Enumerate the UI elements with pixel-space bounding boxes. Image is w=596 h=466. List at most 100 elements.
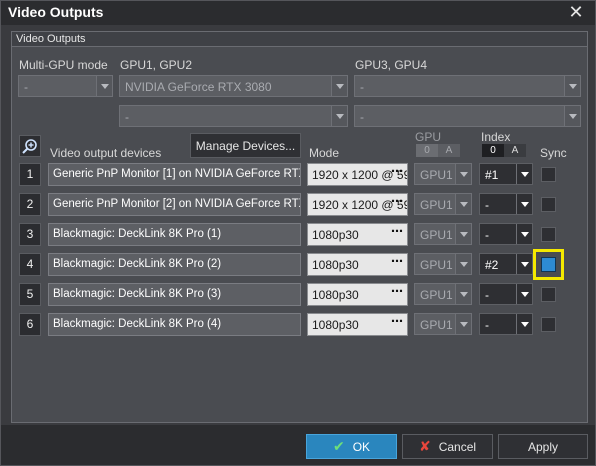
chevron-down-icon (455, 314, 471, 334)
index-value: - (485, 288, 489, 302)
device-name[interactable]: Generic PnP Monitor [1] on NVIDIA GeForc… (48, 163, 301, 186)
row-number: 3 (19, 223, 41, 246)
index-select[interactable]: - (479, 223, 533, 245)
mode-field[interactable]: 1080p30 ⋯ (307, 253, 408, 276)
mode-field[interactable]: 1080p30 ⋯ (307, 283, 408, 306)
video-outputs-group: Video Outputs Multi-GPU mode GPU1, GPU2 … (11, 31, 588, 423)
device-name[interactable]: Blackmagic: DeckLink 8K Pro (3) (48, 283, 301, 306)
device-name[interactable]: Blackmagic: DeckLink 8K Pro (2) (48, 253, 301, 276)
sync-header: Sync (540, 146, 567, 160)
apply-label: Apply (527, 439, 559, 454)
chevron-down-icon (516, 224, 532, 244)
index-select[interactable]: - (479, 193, 533, 215)
chevron-down-icon (331, 76, 347, 96)
gpu34-select-2[interactable]: - (354, 105, 581, 127)
gpu-value: GPU1 (420, 198, 453, 212)
row-number: 2 (19, 193, 41, 216)
mode-field[interactable]: 1080p30 ⋯ (307, 223, 408, 246)
index-select[interactable]: #2 (479, 253, 533, 275)
cancel-label: Cancel (438, 439, 477, 454)
manage-devices-button[interactable]: Manage Devices... (190, 133, 301, 158)
gpu-value: GPU1 (420, 258, 453, 272)
index-toggle-a[interactable]: A (504, 144, 526, 157)
chevron-down-icon (516, 314, 532, 334)
multi-gpu-label: Multi-GPU mode (19, 58, 108, 72)
gpu34-value-2: - (360, 110, 364, 124)
index-value: - (485, 198, 489, 212)
apply-button[interactable]: Apply (498, 434, 588, 459)
gpu34-value-1: - (360, 80, 364, 94)
check-icon: ✔ (332, 438, 345, 454)
device-name[interactable]: Generic PnP Monitor [2] on NVIDIA GeForc… (48, 193, 301, 216)
gpu-select: GPU1 (414, 193, 472, 215)
video-outputs-dialog: Video Outputs ✕ Video Outputs Multi-GPU … (0, 0, 596, 466)
gpu-toggle-a: A (438, 144, 460, 157)
ok-button[interactable]: ✔ OK (306, 434, 397, 459)
close-icon[interactable]: ✕ (567, 3, 585, 21)
devices-header: Video output devices (50, 146, 162, 160)
ellipsis-icon[interactable]: ⋯ (391, 194, 403, 208)
gpu-value: GPU1 (420, 168, 453, 182)
ellipsis-icon[interactable]: ⋯ (391, 254, 403, 268)
mode-value: 1080p30 (312, 258, 359, 272)
row-number: 6 (19, 313, 41, 336)
gpu-select: GPU1 (414, 163, 472, 185)
gpu-header: GPU (415, 130, 442, 144)
index-value: #1 (485, 168, 499, 182)
title-bar: Video Outputs ✕ (1, 1, 595, 25)
index-toggle-0[interactable]: 0 (482, 144, 504, 157)
chevron-down-icon (516, 284, 532, 304)
chevron-down-icon (96, 76, 112, 96)
index-select[interactable]: - (479, 283, 533, 305)
gpu-value: GPU1 (420, 228, 453, 242)
sync-checkbox[interactable] (541, 197, 556, 212)
row-number: 5 (19, 283, 41, 306)
gpu-select: GPU1 (414, 313, 472, 335)
index-value: #2 (485, 258, 499, 272)
chevron-down-icon (455, 254, 471, 274)
add-device-button[interactable] (19, 135, 41, 157)
sync-checkbox[interactable] (541, 287, 556, 302)
ellipsis-icon[interactable]: ⋯ (391, 314, 403, 328)
gpu12-select-2[interactable]: - (119, 105, 348, 127)
mode-value: 1080p30 (312, 288, 359, 302)
sync-checkbox[interactable] (541, 167, 556, 182)
gpu-value: GPU1 (420, 288, 453, 302)
focus-highlight (533, 249, 564, 280)
dialog-footer: ✔ OK ✘ Cancel Apply (1, 425, 595, 465)
gpu12-select-1[interactable]: NVIDIA GeForce RTX 3080 (119, 75, 348, 97)
index-value: - (485, 318, 489, 332)
gpu-toggle-0: 0 (416, 144, 438, 157)
index-select[interactable]: - (479, 313, 533, 335)
sync-checkbox[interactable] (541, 227, 556, 242)
chevron-down-icon (455, 194, 471, 214)
x-icon: ✘ (418, 438, 431, 454)
sync-checkbox[interactable] (541, 317, 556, 332)
ellipsis-icon[interactable]: ⋯ (391, 164, 403, 178)
gpu34-label: GPU3, GPU4 (355, 58, 428, 72)
gpu-toggle: 0 A (416, 144, 460, 157)
mode-field[interactable]: 1920 x 1200 @ 59. ⋯ (307, 163, 408, 186)
gpu-value: GPU1 (420, 318, 453, 332)
mode-field[interactable]: 1920 x 1200 @ 59. ⋯ (307, 193, 408, 216)
chevron-down-icon (331, 106, 347, 126)
multi-gpu-select[interactable]: - (18, 75, 113, 97)
ellipsis-icon[interactable]: ⋯ (391, 224, 403, 238)
window-title: Video Outputs (8, 4, 104, 20)
mode-value: 1080p30 (312, 318, 359, 332)
chevron-down-icon (516, 164, 532, 184)
gpu34-select-1[interactable]: - (354, 75, 581, 97)
device-name[interactable]: Blackmagic: DeckLink 8K Pro (1) (48, 223, 301, 246)
index-select[interactable]: #1 (479, 163, 533, 185)
ellipsis-icon[interactable]: ⋯ (391, 284, 403, 298)
mode-value: 1080p30 (312, 228, 359, 242)
ok-label: OK (352, 439, 371, 454)
chevron-down-icon (516, 194, 532, 214)
index-header: Index (481, 130, 511, 144)
group-title: Video Outputs (16, 33, 86, 45)
index-toggle[interactable]: 0 A (482, 144, 526, 157)
device-name[interactable]: Blackmagic: DeckLink 8K Pro (4) (48, 313, 301, 336)
group-header: Video Outputs (12, 32, 587, 47)
cancel-button[interactable]: ✘ Cancel (402, 434, 493, 459)
mode-field[interactable]: 1080p30 ⋯ (307, 313, 408, 336)
